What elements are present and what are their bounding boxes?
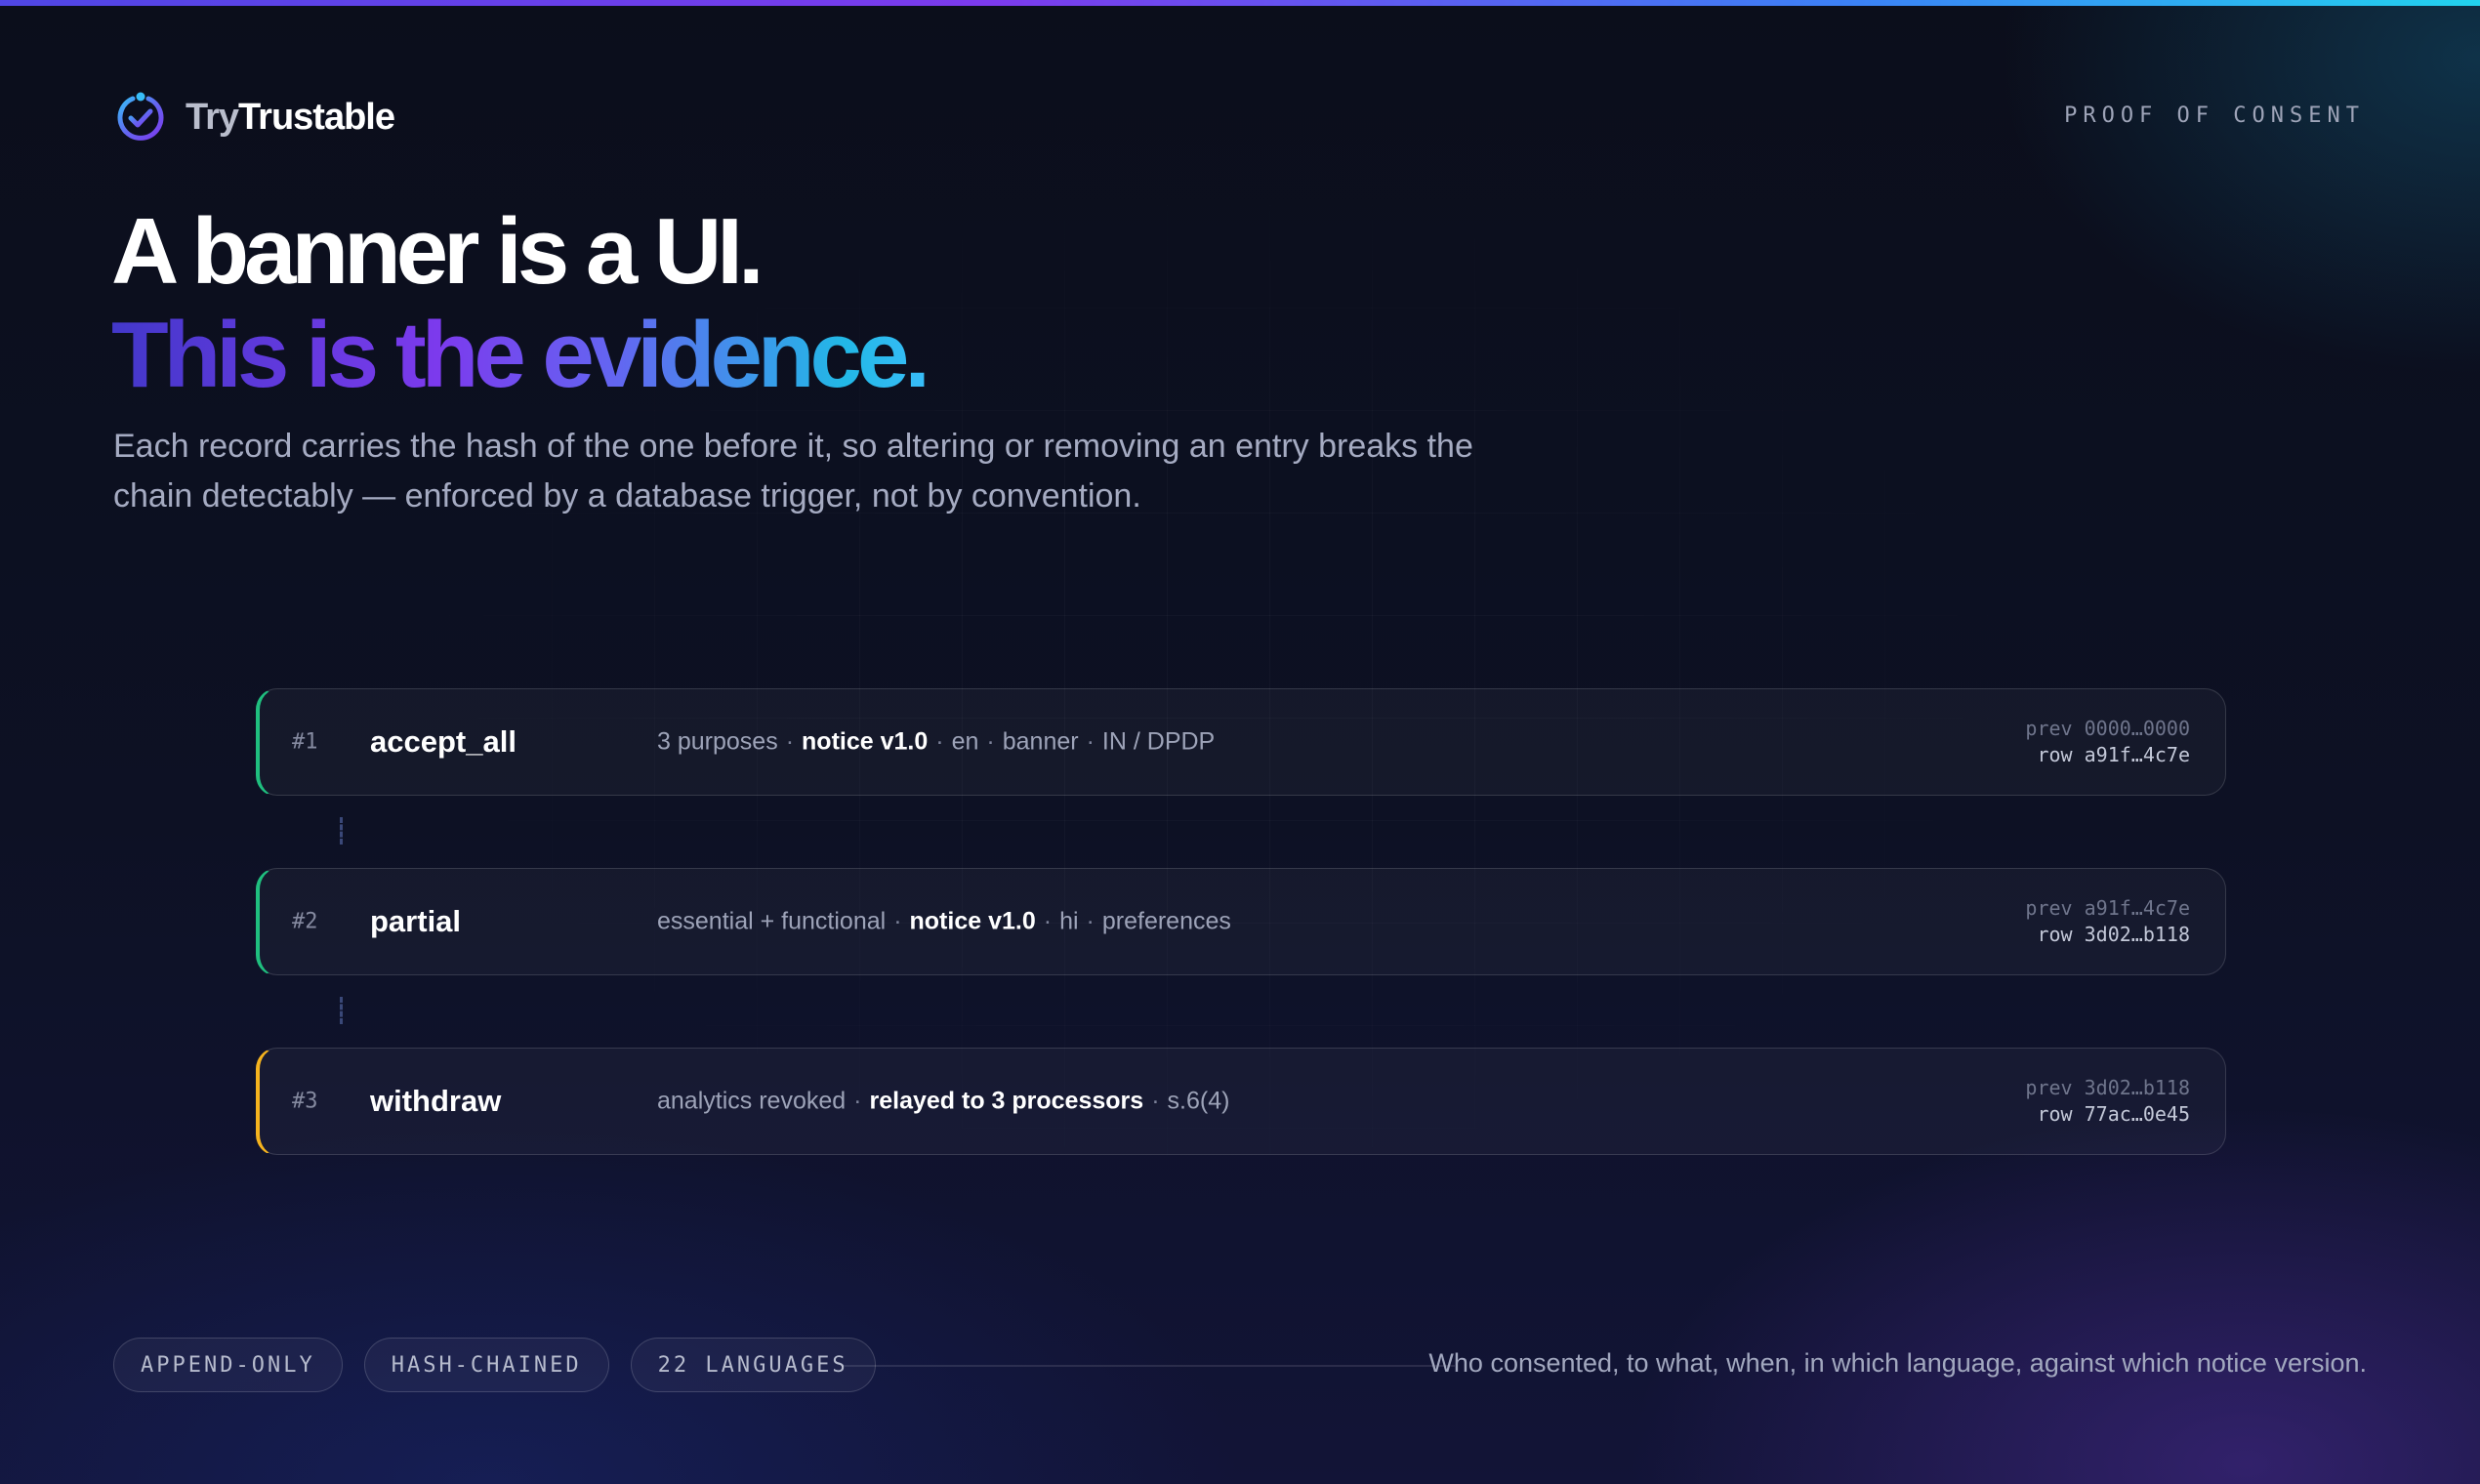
meta-separator: · <box>1086 907 1095 935</box>
record-index: #2 <box>292 909 318 934</box>
record-event: withdraw <box>370 1084 502 1118</box>
headline-line-1: A banner is a UI. <box>111 199 765 304</box>
record-hashes: prev 3d02…b118 row 77ac…0e45 <box>2025 1075 2190 1128</box>
headline-line-2: This is the evidence. <box>111 303 930 407</box>
meta-source: banner <box>1002 727 1079 756</box>
pill-append-only: APPEND-ONLY <box>113 1338 343 1392</box>
prev-hash: prev 0000…0000 <box>2025 717 2190 740</box>
chain-link-connector <box>256 796 2226 868</box>
record-hashes: prev 0000…0000 row a91f…4c7e <box>2025 716 2190 768</box>
consent-record-3[interactable]: #3 withdraw analytics revoked · relayed to… <box>255 1047 2226 1156</box>
meta-separator: · <box>1043 907 1053 935</box>
row-hash: row 3d02…b118 <box>2037 923 2190 946</box>
check-circle-icon <box>117 92 164 141</box>
intro-paragraph: Each record carries the hash of the one … <box>113 428 1473 515</box>
meta-notice-version: notice v1.0 <box>802 727 929 756</box>
section-kicker: PROOF OF CONSENT <box>2064 103 2365 128</box>
meta-jurisdiction: IN / DPDP <box>1101 727 1216 756</box>
footer-divider <box>842 1365 1455 1367</box>
record-index: #1 <box>292 729 318 755</box>
meta-language: hi <box>1059 907 1079 935</box>
record-hashes: prev a91f…4c7e row 3d02…b118 <box>2025 895 2190 948</box>
meta-language: en <box>951 727 979 756</box>
meta-separator: · <box>853 1087 862 1115</box>
brand-logo[interactable]: TryTrustable <box>113 90 395 144</box>
meta-separator: · <box>893 907 902 935</box>
meta-separator: · <box>935 727 944 756</box>
page-headline: A banner is a UI. This is the evidence. <box>111 199 930 407</box>
meta-source: preferences <box>1101 907 1231 935</box>
meta-purposes: analytics revoked <box>657 1087 847 1115</box>
consent-record-chain: #1 accept_all 3 purposes · notice v1.0 · en ·… <box>255 687 2226 1156</box>
brand-wordmark: TryTrustable <box>186 96 395 139</box>
prev-hash: prev 3d02…b118 <box>2025 1076 2190 1099</box>
chain-link-connector <box>256 975 2226 1048</box>
meta-separator: · <box>1151 1087 1160 1115</box>
pill-languages: 22 LANGUAGES <box>630 1338 876 1392</box>
record-event: partial <box>370 904 462 938</box>
consent-record-1[interactable]: #1 accept_all 3 purposes · notice v1.0 · en ·… <box>255 687 2226 797</box>
meta-separator: · <box>1086 727 1095 756</box>
meta-notice-version: notice v1.0 <box>909 907 1036 935</box>
footer-tagline: Who consented, to what, when, in which l… <box>1428 1348 2367 1378</box>
record-event: accept_all <box>370 724 517 759</box>
meta-purposes: 3 purposes <box>657 727 778 756</box>
meta-separator: · <box>986 727 995 756</box>
row-hash: row a91f…4c7e <box>2037 743 2190 766</box>
record-meta: 3 purposes · notice v1.0 · en · banner · IN / DP… <box>657 728 1215 757</box>
record-meta: essential + functional · notice v1.0 · hi · pr… <box>657 908 1231 936</box>
pill-hash-chained: HASH-CHAINED <box>363 1338 609 1392</box>
brand-wordmark-rest: Trustable <box>238 96 395 138</box>
meta-relay-status: relayed to 3 processors <box>869 1087 1144 1115</box>
top-accent-bar <box>0 0 2480 6</box>
brand-wordmark-try: Try <box>186 96 239 138</box>
feature-pills: APPEND-ONLY HASH-CHAINED 22 LANGUAGES <box>113 1338 876 1392</box>
consent-record-2[interactable]: #2 partial essential + functional · notice… <box>255 867 2226 976</box>
meta-legal-section: s.6(4) <box>1167 1087 1230 1115</box>
meta-purposes: essential + functional <box>657 907 887 935</box>
prev-hash: prev a91f…4c7e <box>2025 896 2190 920</box>
meta-separator: · <box>785 727 795 756</box>
record-meta: analytics revoked · relayed to 3 processor… <box>657 1088 1229 1116</box>
record-index: #3 <box>292 1089 318 1114</box>
row-hash: row 77ac…0e45 <box>2037 1102 2190 1126</box>
